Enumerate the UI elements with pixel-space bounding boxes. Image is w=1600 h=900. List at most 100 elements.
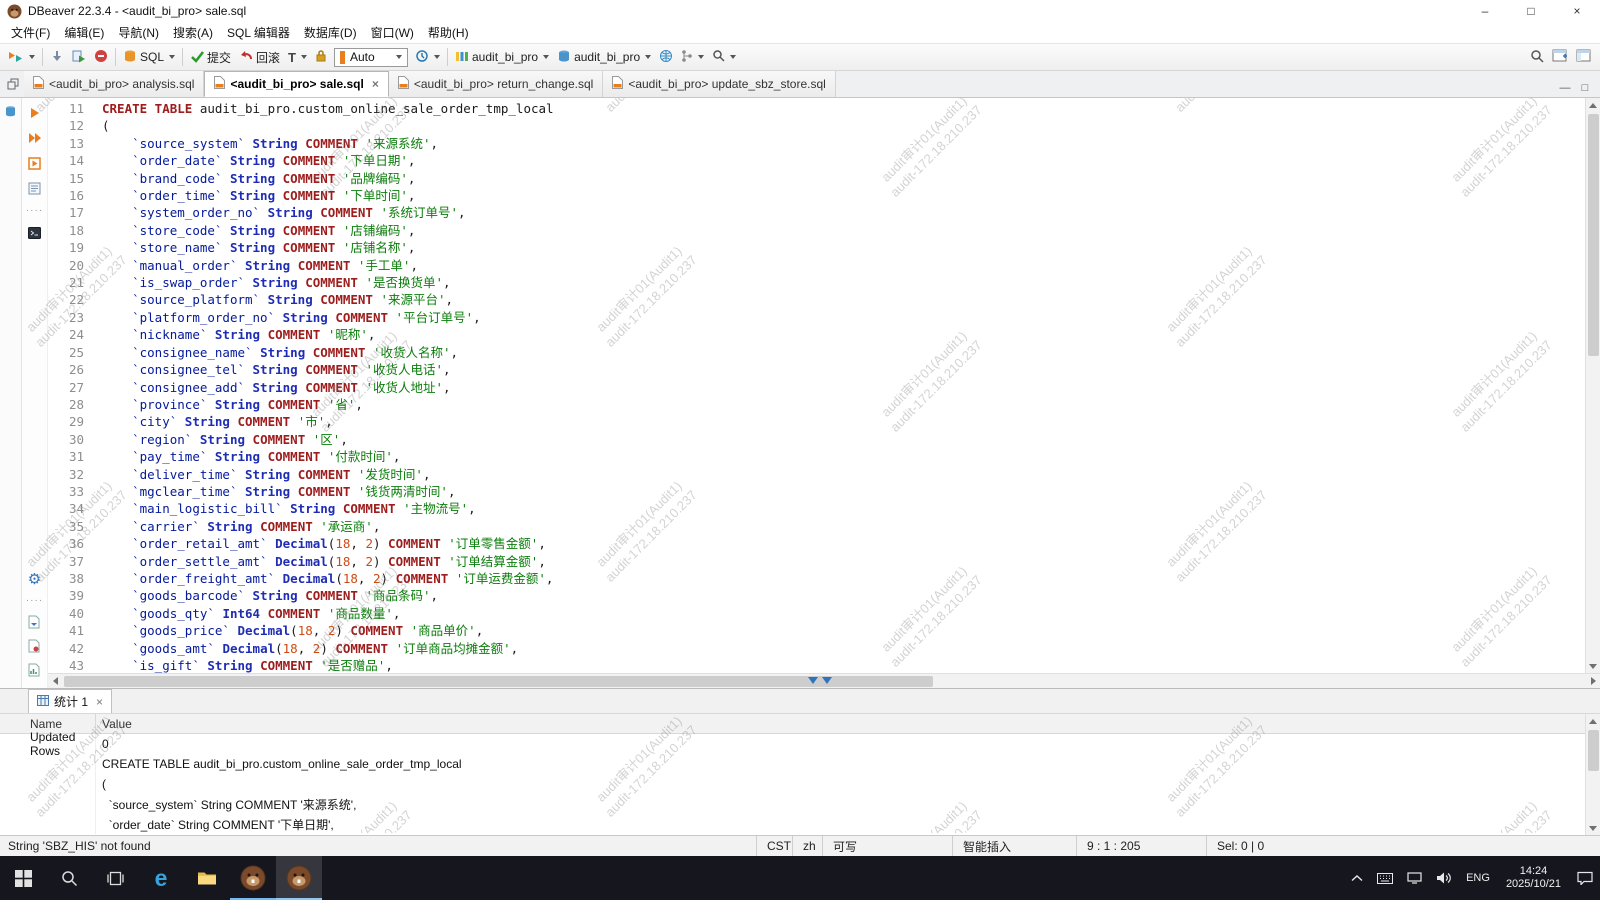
status-segment[interactable]: Sel: 0 | 0 (1206, 836, 1290, 856)
action-center-button[interactable] (1570, 856, 1600, 900)
table-row[interactable]: CREATE TABLE audit_bi_pro.custom_online_… (0, 754, 1585, 774)
status-segment[interactable]: 智能插入 (952, 836, 1076, 856)
menu-item[interactable]: 编辑(E) (57, 22, 111, 43)
query-history-button[interactable] (411, 46, 444, 69)
menu-item[interactable]: 帮助(H) (421, 22, 476, 43)
table-row[interactable]: ( (0, 774, 1585, 794)
transaction-mode-button[interactable]: T (284, 47, 311, 68)
editor-tab[interactable]: <audit_bi_pro> return_change.sql (389, 71, 603, 97)
execute-script-rail-icon[interactable] (27, 130, 43, 146)
editor-tab[interactable]: <audit_bi_pro> sale.sql× (204, 71, 388, 97)
code-line: `consignee_tel` String COMMENT '收货人电话', (102, 361, 1585, 378)
editor-horizontal-scrollbar[interactable] (48, 673, 1600, 688)
auto-commit-icon (340, 51, 345, 64)
task-view-button[interactable] (92, 856, 138, 900)
sql-dialect-selector[interactable]: SQL (119, 46, 179, 69)
line-number: 26 (48, 361, 84, 378)
close-icon[interactable]: × (96, 695, 103, 709)
stop-button[interactable] (90, 46, 112, 69)
scroll-up-arrow[interactable] (1586, 714, 1600, 728)
menu-item[interactable]: 文件(F) (4, 22, 57, 43)
datasource-selector[interactable]: audit_bi_pro (451, 46, 553, 69)
menu-item[interactable]: SQL 编辑器 (220, 22, 297, 43)
new-sql-editor-button[interactable] (4, 46, 39, 69)
commit-label: 提交 (207, 49, 231, 66)
editor-tab[interactable]: <audit_bi_pro> update_sbz_store.sql (603, 71, 835, 97)
code-editor[interactable]: 1112131415161718192021222324252627282930… (48, 98, 1585, 673)
table-row[interactable]: `order_date` String COMMENT '下单日期', (0, 814, 1585, 834)
panel-vertical-scrollbar[interactable] (1585, 714, 1600, 835)
taskbar-clock[interactable]: 14:24 2025/10/21 (1497, 856, 1570, 900)
close-icon[interactable]: × (372, 77, 379, 91)
status-segment[interactable]: zh (792, 836, 822, 856)
dbeaver-taskbar-button-2[interactable] (276, 856, 322, 900)
editor-tab[interactable]: <audit_bi_pro> analysis.sql (24, 71, 204, 97)
scroll-down-arrow[interactable] (1586, 821, 1600, 835)
commit-button[interactable]: 提交 (186, 46, 235, 69)
scroll-down-arrow[interactable] (1586, 659, 1600, 673)
code-line: `order_retail_amt` Decimal(18, 2) COMMEN… (102, 535, 1585, 552)
menu-item[interactable]: 窗口(W) (364, 22, 421, 43)
menu-item[interactable]: 搜索(A) (166, 22, 220, 43)
table-row[interactable]: Updated Rows0 (0, 734, 1585, 754)
toolbar-search-button[interactable] (708, 46, 740, 68)
column-header-value[interactable]: Value (96, 714, 1585, 733)
status-segment[interactable]: CST (756, 836, 792, 856)
scroll-right-arrow[interactable] (1586, 674, 1600, 688)
edge-browser-button[interactable]: e (138, 856, 184, 900)
execute-block-icon[interactable] (27, 155, 43, 171)
perspective-button[interactable] (1572, 46, 1596, 69)
minimize-button[interactable]: – (1462, 0, 1508, 22)
rollback-button[interactable]: 回滚 (235, 46, 284, 69)
taskbar-search-button[interactable] (46, 856, 92, 900)
execute-statement-button[interactable] (46, 46, 68, 69)
database-selector[interactable]: audit_bi_pro (553, 46, 655, 69)
touch-keyboard-icon[interactable] (1370, 856, 1400, 900)
statistics-doc-icon[interactable] (26, 662, 42, 678)
scrollbar-thumb[interactable] (1588, 114, 1599, 356)
explain-plan-icon[interactable] (27, 180, 43, 196)
execute-query-icon[interactable] (27, 105, 43, 121)
editor-vertical-scrollbar[interactable] (1585, 98, 1600, 673)
file-explorer-button[interactable] (184, 856, 230, 900)
minimize-view-button[interactable]: — (1556, 79, 1574, 97)
status-segment[interactable]: 9 : 1 : 205 (1076, 836, 1206, 856)
table-row[interactable]: `source_system` String COMMENT '来源系统', (0, 794, 1585, 814)
menu-item[interactable]: 导航(N) (111, 22, 166, 43)
status-segment[interactable]: 可写 (822, 836, 952, 856)
database-navigator-icon[interactable] (3, 103, 19, 119)
scroll-up-arrow[interactable] (1586, 98, 1600, 112)
auto-commit-combo[interactable]: Auto (334, 48, 408, 67)
sql-file-icon (612, 76, 623, 92)
hidden-icons-chevron[interactable] (1344, 856, 1370, 900)
start-button[interactable] (0, 856, 46, 900)
export-log-icon[interactable] (26, 614, 42, 630)
scroll-left-arrow[interactable] (48, 674, 62, 688)
maximize-view-button[interactable]: □ (1576, 79, 1594, 97)
menu-item[interactable]: 数据库(D) (297, 22, 364, 43)
volume-icon[interactable] (1429, 856, 1459, 900)
line-number: 12 (48, 117, 84, 134)
maximize-button[interactable]: □ (1508, 0, 1554, 22)
error-log-icon[interactable] (26, 638, 42, 654)
execute-script-button[interactable] (68, 46, 90, 69)
settings-gear-icon[interactable]: ⚙ (26, 571, 42, 587)
scrollbar-thumb[interactable] (1588, 730, 1599, 771)
line-number: 11 (48, 100, 84, 117)
network-profile-button[interactable] (655, 46, 677, 69)
code-line: `store_code` String COMMENT '店铺编码', (102, 222, 1585, 239)
sash-collapse-arrows[interactable] (808, 677, 832, 684)
task-switch-button[interactable] (677, 46, 708, 69)
dbeaver-taskbar-button-1[interactable] (230, 856, 276, 900)
output-console-icon[interactable] (27, 225, 43, 241)
code-area[interactable]: CREATE TABLE audit_bi_pro.custom_online_… (94, 100, 1585, 673)
scrollbar-thumb[interactable] (64, 676, 933, 687)
open-perspective-button[interactable] (1548, 46, 1572, 69)
restore-panes-button[interactable] (2, 71, 24, 97)
quick-search-button[interactable] (1526, 46, 1548, 69)
lock-button[interactable] (311, 46, 331, 69)
language-indicator[interactable]: ENG (1459, 856, 1497, 900)
network-icon[interactable] (1400, 856, 1429, 900)
statistics-tab[interactable]: 统计 1 × (28, 689, 112, 713)
close-button[interactable]: × (1554, 0, 1600, 22)
